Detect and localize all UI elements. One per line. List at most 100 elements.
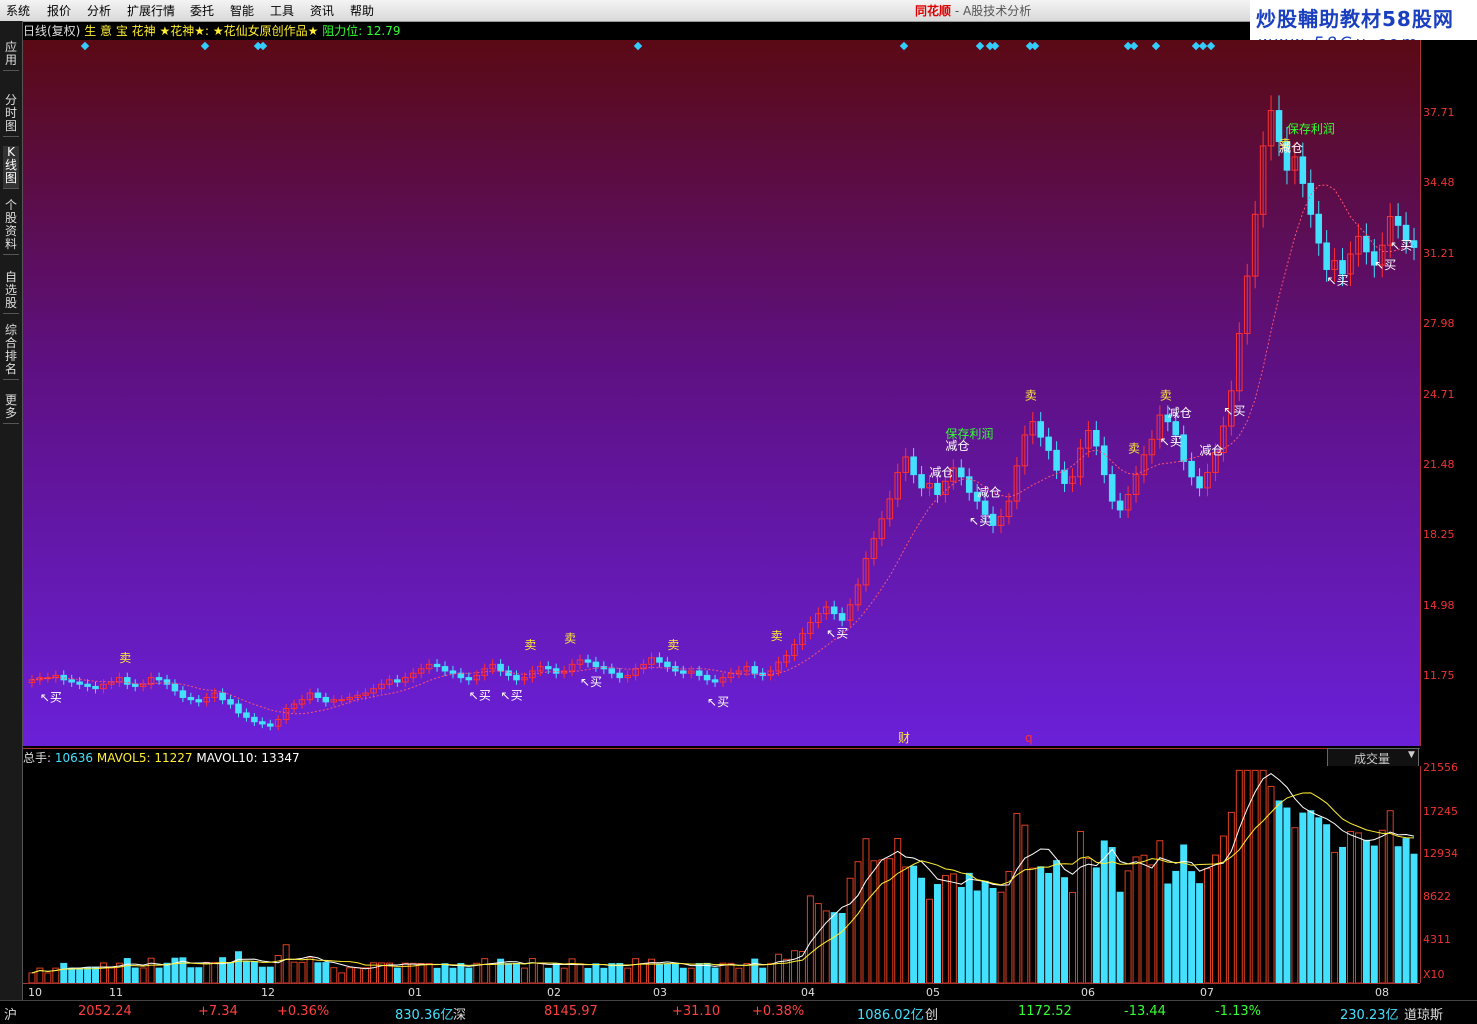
sz-index: 8145.97	[544, 1004, 598, 1019]
volume-bar	[973, 890, 981, 984]
volume-bar	[298, 961, 306, 984]
volume-bar	[250, 961, 258, 984]
volume-bar	[743, 963, 751, 984]
candle-body	[1100, 445, 1108, 476]
sz-pct: +0.38%	[752, 1004, 805, 1019]
sz-amount: 1086.02亿	[857, 1008, 924, 1023]
buy-signal: ↖买	[1327, 274, 1349, 288]
candle-body	[830, 606, 838, 615]
volume-bar	[330, 967, 338, 984]
tab-watchlist[interactable]: 自选股	[3, 271, 19, 314]
candle-body	[266, 723, 274, 727]
volume-bar	[433, 967, 441, 984]
candle-body	[513, 674, 520, 681]
sz-label: 深	[453, 1008, 467, 1023]
volume-bar	[1029, 867, 1037, 984]
menu-news[interactable]: 资讯	[310, 2, 334, 19]
volume-bar	[211, 962, 219, 984]
candle-body	[838, 613, 846, 621]
side-tabs: 应用 分时图 K线图 个股资料 自选股 综合排名 更多	[0, 21, 23, 1000]
buy-signal: ↖买	[707, 695, 729, 709]
volume-bar	[536, 963, 544, 984]
volume-bar	[759, 967, 767, 984]
volume-bar	[513, 962, 520, 984]
volume-bar	[902, 866, 910, 984]
date-tick: 07	[1200, 986, 1214, 999]
reduce-signal: 减仓	[1168, 406, 1192, 420]
volume-bar	[147, 957, 155, 984]
volume-bar	[1013, 812, 1021, 984]
volume-bar	[425, 963, 433, 984]
indicator-selector[interactable]: 成交量 ▼	[1327, 748, 1419, 767]
vol-label: 总手:	[23, 751, 52, 765]
volume-tick: 21556	[1423, 761, 1458, 774]
volume-bar	[814, 903, 822, 984]
volume-bar	[1108, 847, 1116, 984]
menu-system[interactable]: 系统	[6, 2, 30, 19]
volume-bar	[520, 967, 528, 984]
volume-bar	[1227, 811, 1235, 984]
chevron-down-icon: ▼	[1408, 750, 1415, 760]
volume-bar	[107, 967, 115, 984]
candle-body	[227, 699, 234, 705]
sh-amount: 830.36亿	[395, 1008, 454, 1023]
volume-bar	[1124, 870, 1132, 984]
sh-index: 2052.24	[78, 1004, 132, 1019]
resist-value: 12.79	[366, 24, 401, 38]
candlestick-chart: 卖卖卖卖卖卖卖卖卖↖买 ↖买 ↖买↖买↖买↖买↖买↖买↖买↖买↖买↖买减仓减仓减仓减…	[28, 41, 1418, 759]
cy-pct: -1.13%	[1215, 1004, 1261, 1019]
menu-quote[interactable]: 报价	[47, 2, 71, 19]
volume-bar	[1275, 800, 1283, 984]
menu-smart[interactable]: 智能	[230, 2, 254, 19]
reduce-signal: 减仓	[977, 485, 1001, 499]
volume-bar	[1069, 891, 1076, 984]
volume-bar	[918, 877, 926, 984]
tab-stock-info[interactable]: 个股资料	[3, 199, 19, 255]
tab-intraday[interactable]: 分时图	[3, 94, 19, 137]
date-tick: 12	[261, 986, 275, 999]
menu-analysis[interactable]: 分析	[87, 2, 111, 19]
buy-signal: ↖买	[1160, 435, 1182, 449]
reduce-signal: 减仓	[1279, 141, 1303, 155]
price-tick: 37.71	[1423, 106, 1455, 119]
candle-body	[544, 666, 552, 670]
volume-panel[interactable]	[23, 766, 1420, 984]
menu-order[interactable]: 委托	[190, 2, 214, 19]
volume-bar	[235, 951, 242, 984]
tab-ranking[interactable]: 综合排名	[3, 324, 19, 380]
candle-body	[433, 663, 441, 668]
volume-bar	[457, 962, 465, 984]
volume-tick: 12934	[1423, 847, 1458, 860]
sh-label: 沪	[4, 1008, 18, 1023]
menu-ext-market[interactable]: 扩展行情	[127, 2, 175, 19]
signal-diamond	[1030, 41, 1040, 51]
candle-body	[656, 657, 663, 663]
volume-bar	[1156, 840, 1164, 984]
candle-body	[76, 681, 83, 685]
candle-body	[163, 679, 171, 685]
candle-body	[314, 692, 322, 698]
volume-bar	[258, 966, 266, 984]
menu-help[interactable]: 帮助	[350, 2, 374, 19]
candle-body	[195, 699, 203, 703]
candle-body	[584, 659, 592, 663]
tab-more[interactable]: 更多	[3, 394, 19, 424]
volume-bar	[505, 963, 513, 984]
volume-bar	[862, 838, 870, 984]
date-tick: 02	[547, 986, 561, 999]
sell-signal: 卖	[1025, 389, 1037, 403]
price-panel[interactable]: 卖卖卖卖卖卖卖卖卖 ↖买 ↖买 ↖买 ↖买 ↖买 ↖买 ↖买 ↖买 ↖买 ↖买 ↖买 ↖买 减仓 减仓 减仓减…	[23, 40, 1420, 759]
candle-body	[1061, 469, 1068, 484]
candle-body	[322, 696, 330, 703]
volume-bar	[338, 972, 346, 984]
tab-apps[interactable]: 应用	[3, 41, 19, 71]
volume-bar	[775, 953, 783, 984]
candle-body	[465, 677, 473, 681]
price-tick: 34.48	[1423, 176, 1455, 189]
candle-body	[958, 467, 965, 478]
candle-body	[1394, 216, 1402, 226]
volume-bar	[393, 967, 401, 984]
volume-bar	[894, 837, 902, 984]
tab-kline[interactable]: K线图	[3, 146, 19, 189]
menu-tools[interactable]: 工具	[270, 2, 294, 19]
